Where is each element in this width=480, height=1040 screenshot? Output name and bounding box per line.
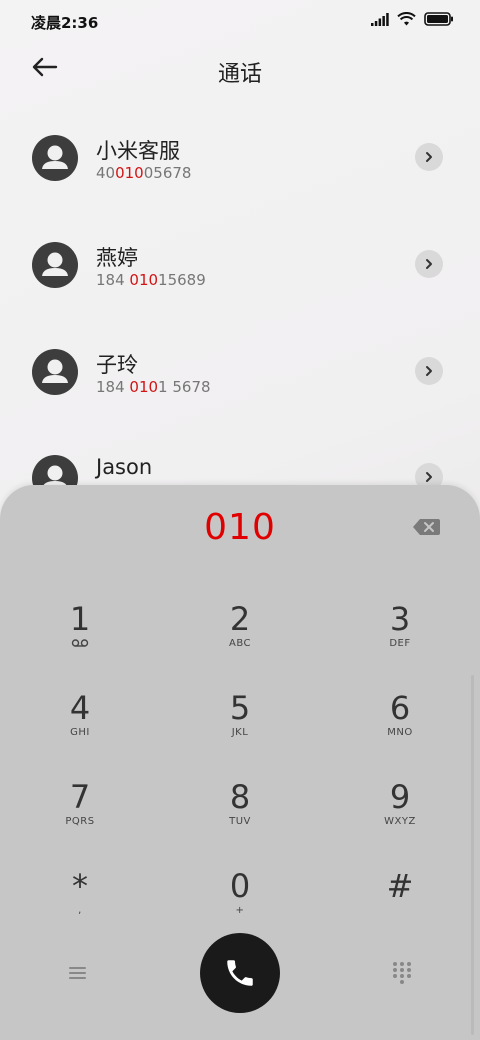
person-icon [42, 252, 68, 276]
key-digit: 4 [69, 689, 91, 727]
menu-icon [69, 967, 86, 979]
dial-key-6[interactable]: 6 MNO [340, 689, 460, 769]
contact-detail-button[interactable] [415, 143, 443, 171]
dial-input-display[interactable]: 010 [0, 507, 480, 548]
chevron-right-icon [426, 259, 432, 269]
contact-detail-button[interactable] [415, 357, 443, 385]
menu-button[interactable] [66, 963, 90, 983]
contact-name: 小米客服 [96, 139, 180, 163]
backspace-button[interactable] [412, 517, 442, 537]
contact-number: 184 0101 5678 [96, 378, 211, 396]
dialpad-icon [393, 962, 411, 984]
key-letters: ABC [228, 638, 251, 649]
scroll-indicator [471, 675, 474, 1035]
status-icons [371, 12, 454, 26]
key-letters: , [78, 905, 82, 916]
dial-key-9[interactable]: 9 WXYZ [340, 778, 460, 858]
backspace-icon [413, 519, 440, 535]
call-button[interactable] [200, 933, 280, 1013]
dial-key-3[interactable]: 3 DEF [340, 600, 460, 680]
contact-row[interactable]: 小米客服 4001005678 [0, 100, 480, 190]
contact-name: 燕婷 [96, 246, 138, 270]
page-title: 通话 [217, 62, 262, 87]
dial-key-5[interactable]: 5 JKL [180, 689, 300, 769]
key-letters: JKL [231, 727, 249, 738]
key-digit: 8 [229, 778, 251, 816]
avatar [32, 242, 78, 288]
key-digit: 3 [389, 600, 411, 638]
app-header: 通话 [0, 42, 480, 98]
battery-icon [424, 12, 454, 26]
voicemail-icon [20, 638, 140, 652]
dial-key-8[interactable]: 8 TUV [180, 778, 300, 858]
dial-key-2[interactable]: 2 ABC [180, 600, 300, 680]
dial-key-4[interactable]: 4 GHI [20, 689, 140, 769]
signal-icon [371, 12, 389, 26]
dial-key-7[interactable]: 7 PQRS [20, 778, 140, 858]
key-letters: TUV [229, 816, 251, 827]
status-bar: 凌晨2:36 [0, 0, 480, 42]
key-digit: 6 [389, 689, 411, 727]
key-letters: MNO [387, 727, 413, 738]
key-digit: 7 [69, 778, 91, 816]
key-letters: GHI [70, 727, 90, 738]
chevron-right-icon [426, 152, 432, 162]
key-digit: 1 [69, 600, 91, 638]
key-letters: WXYZ [384, 816, 416, 827]
chevron-right-icon [426, 366, 432, 376]
person-icon [42, 145, 68, 169]
wifi-icon [397, 12, 416, 26]
key-digit: 5 [229, 689, 251, 727]
key-letters: PQRS [65, 816, 95, 827]
chevron-right-icon [426, 472, 432, 482]
contact-row[interactable]: 子玲 184 0101 5678 [0, 314, 480, 404]
key-digit: # [386, 867, 414, 905]
contact-number: 4001005678 [96, 164, 192, 182]
contact-row[interactable]: 燕婷 184 01015689 [0, 207, 480, 297]
contact-name: 子玲 [96, 353, 138, 377]
key-digit: * [72, 867, 88, 905]
person-icon [42, 359, 68, 383]
status-time: 凌晨2:36 [31, 14, 99, 32]
key-digit: 0 [229, 867, 251, 905]
dialpad-toggle-button[interactable] [391, 961, 413, 985]
dialer-panel: 010 1 2 ABC 3 DEF 4 GHI 5 JKL 6 MNO 7 PQ… [0, 485, 480, 1040]
key-letters: + [235, 905, 245, 916]
key-letters: DEF [389, 638, 411, 649]
key-letters [340, 905, 460, 919]
avatar [32, 135, 78, 181]
key-digit: 9 [389, 778, 411, 816]
contact-name: Jason [96, 455, 153, 479]
key-digit: 2 [229, 600, 251, 638]
dial-key-1[interactable]: 1 [20, 600, 140, 680]
phone-icon [227, 960, 253, 986]
contact-number: 184 01015689 [96, 271, 206, 289]
avatar [32, 349, 78, 395]
dialer-bottom-bar [0, 933, 480, 1019]
contact-detail-button[interactable] [415, 250, 443, 278]
